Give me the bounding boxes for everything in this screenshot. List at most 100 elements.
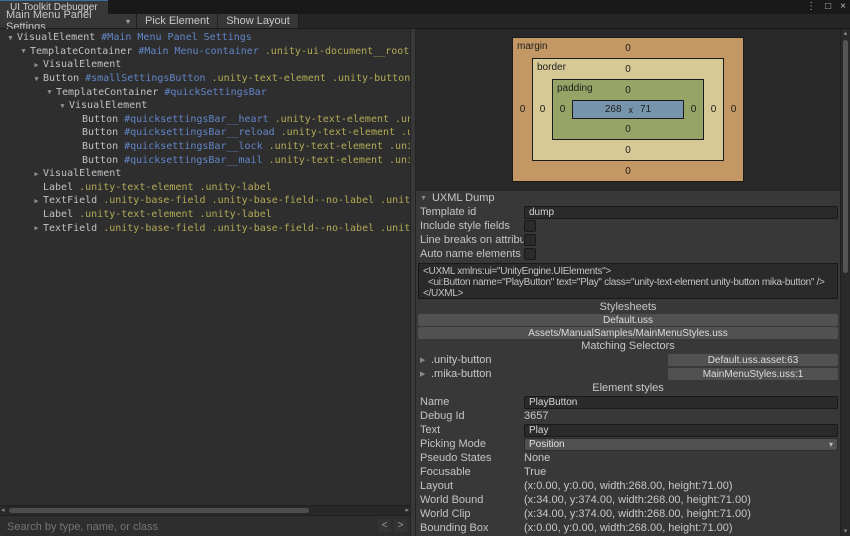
scroll-right-icon[interactable]: ▸: [405, 506, 409, 515]
style-label: Debug Id: [420, 410, 465, 422]
tree-row-type: TextField: [43, 222, 98, 234]
padding-right-value: 0: [690, 104, 697, 115]
checkbox-label: Include style fields: [420, 220, 510, 232]
box-model-margin: margin 0 0 border 0 0 padding 0 0 268 x …: [512, 37, 744, 182]
tree-row-type: TemplateContainer: [56, 86, 159, 98]
style-row: Pseudo States None: [416, 451, 840, 465]
maximize-icon[interactable]: □: [825, 0, 831, 14]
tree-row[interactable]: ▼ TemplateContainer #Main Menu-container…: [0, 45, 410, 59]
content-width-value: 268: [604, 104, 622, 115]
margin-label: margin: [517, 41, 548, 52]
style-value-dropdown[interactable]: Position ▾: [524, 437, 838, 451]
vertical-scrollbar[interactable]: ▴ ▾: [840, 29, 850, 536]
horizontal-scrollbar-thumb[interactable]: [9, 508, 309, 513]
foldout-arrow-icon[interactable]: ▼: [43, 88, 56, 96]
tree-row[interactable]: ▼ VisualElement #Main Menu Panel Setting…: [0, 31, 410, 45]
tree-row-type: Button: [43, 73, 80, 85]
selector-source-button[interactable]: MainMenuStyles.uss:1: [668, 368, 838, 380]
tree-row-name: #Main Menu Panel Settings: [101, 32, 252, 44]
tree-row-classes: .unity-text-element .unity-label: [79, 209, 272, 221]
vertical-scrollbar-thumb[interactable]: [843, 40, 848, 273]
tree-row[interactable]: ▼ TemplateContainer #quickSettingsBar: [0, 85, 410, 99]
template-id-field[interactable]: dump: [524, 205, 838, 219]
tree-row-type: VisualElement: [69, 100, 148, 112]
tree-row-type: Label: [43, 181, 74, 193]
foldout-arrow-icon[interactable]: ▶: [420, 356, 431, 364]
checkbox[interactable]: [524, 234, 536, 246]
foldout-arrow-icon[interactable]: ▶: [30, 197, 43, 205]
style-row: Picking Mode Position ▾: [416, 437, 840, 451]
uxml-code-box[interactable]: <UXML xmlns:ui="UnityEngine.UIElements">…: [418, 263, 838, 299]
style-label: Pseudo States: [420, 452, 492, 464]
pick-element-button[interactable]: Pick Element: [137, 14, 219, 28]
tree-row-classes: .unity-text-element .unity-label: [79, 181, 272, 193]
uxml-dump-foldout[interactable]: ▼ UXML Dump: [416, 191, 840, 205]
ui-toolkit-debugger-window: UI Toolkit Debugger ⋮ □ × Main Menu Pane…: [0, 0, 850, 536]
uxml-dump-title: UXML Dump: [431, 192, 495, 204]
checkbox[interactable]: [524, 220, 536, 232]
tree-row-type: VisualElement: [17, 32, 96, 44]
window-controls: ⋮ □ ×: [806, 0, 846, 14]
search-next-button[interactable]: >: [394, 519, 407, 532]
foldout-arrow-icon[interactable]: ▼: [4, 34, 17, 42]
selector-row: ▶ .mika-button MainMenuStyles.uss:1: [416, 367, 840, 381]
foldout-arrow-icon[interactable]: ▼: [30, 75, 43, 83]
scroll-left-icon[interactable]: ◂: [1, 506, 5, 515]
content-times-label: x: [628, 104, 634, 115]
selector-source-button[interactable]: Default.uss.asset:63: [668, 354, 838, 366]
tree-row[interactable]: ▼ Button #smallSettingsButton .unity-tex…: [0, 72, 410, 86]
tree-row[interactable]: Button #quicksettingsBar__heart .unity-t…: [0, 113, 410, 127]
tree-row-type: Button: [82, 127, 119, 139]
tree-row[interactable]: Button #quicksettingsBar__reload .unity-…: [0, 126, 410, 140]
foldout-arrow-icon[interactable]: ▶: [30, 170, 43, 178]
tree-row[interactable]: ▶ TextField .unity-base-field .unity-bas…: [0, 194, 410, 208]
tree-row-type: VisualElement: [43, 168, 122, 180]
tree-row[interactable]: ▶ TextField .unity-base-field .unity-bas…: [0, 221, 410, 235]
tree-row-type: Label: [43, 209, 74, 221]
foldout-arrow-icon[interactable]: ▶: [30, 224, 43, 232]
tree-row[interactable]: ▶ VisualElement: [0, 167, 410, 181]
tree-row[interactable]: Button #quicksettingsBar__mail .unity-te…: [0, 153, 410, 167]
foldout-arrow-icon[interactable]: ▼: [17, 47, 30, 55]
border-right-value: 0: [710, 104, 717, 115]
element-tree: ▼ VisualElement #Main Menu Panel Setting…: [0, 29, 410, 505]
checkbox[interactable]: [524, 248, 536, 260]
foldout-arrow-icon[interactable]: ▶: [30, 61, 43, 69]
search-bar: < >: [0, 515, 410, 536]
tree-row-classes: .unity-text-element .unity-button .: [268, 141, 410, 153]
padding-label: padding: [557, 83, 593, 94]
show-layout-button[interactable]: Show Layout: [218, 14, 299, 28]
foldout-arrow-icon[interactable]: ▶: [420, 370, 431, 378]
tree-row[interactable]: Button #quicksettingsBar__lock .unity-te…: [0, 140, 410, 154]
matching-selectors-list: ▶ .unity-button Default.uss.asset:63 ▶ .…: [416, 353, 840, 381]
margin-top-value: 0: [625, 42, 631, 54]
tree-row-name: #Main Menu-container: [138, 45, 259, 57]
stylesheet-item-button[interactable]: Assets/ManualSamples/MainMenuStyles.uss: [418, 327, 838, 339]
close-icon[interactable]: ×: [840, 0, 846, 14]
kebab-menu-icon[interactable]: ⋮: [806, 0, 816, 14]
search-input[interactable]: [5, 518, 309, 535]
style-value-field[interactable]: Play: [524, 423, 838, 437]
margin-bottom-value: 0: [625, 165, 631, 177]
panel-selector-dropdown[interactable]: Main Menu Panel Settings ▾: [0, 9, 137, 33]
tree-row[interactable]: Label .unity-text-element .unity-label: [0, 208, 410, 222]
style-value-field[interactable]: PlayButton: [524, 395, 838, 409]
scroll-up-icon[interactable]: ▴: [841, 29, 850, 37]
template-id-row: Template id dump: [416, 205, 840, 219]
tree-row-type: Button: [82, 141, 119, 153]
tree-row[interactable]: Label .unity-text-element .unity-label: [0, 181, 410, 195]
dropdown-arrow-icon: ▾: [828, 439, 833, 449]
scroll-down-icon[interactable]: ▾: [841, 527, 850, 535]
tree-row-classes: .unity-ui-document__root: [264, 45, 410, 57]
foldout-arrow-icon[interactable]: ▼: [56, 102, 69, 110]
style-label: Name: [420, 396, 450, 408]
horizontal-scrollbar[interactable]: ◂ ▸: [0, 505, 410, 515]
tree-row[interactable]: ▼ VisualElement: [0, 99, 410, 113]
checkbox-row: Auto name elements: [416, 247, 840, 261]
style-value-static: (x:34.00, y:374.00, width:268.00, height…: [524, 494, 751, 506]
stylesheet-item-button[interactable]: Default.uss: [418, 314, 838, 326]
tree-row[interactable]: ▶ VisualElement: [0, 58, 410, 72]
selector-name: .unity-button: [431, 354, 492, 366]
search-prev-button[interactable]: <: [378, 519, 391, 532]
style-value-static: (x:0.00, y:0.00, width:268.00, height:71…: [524, 480, 733, 492]
